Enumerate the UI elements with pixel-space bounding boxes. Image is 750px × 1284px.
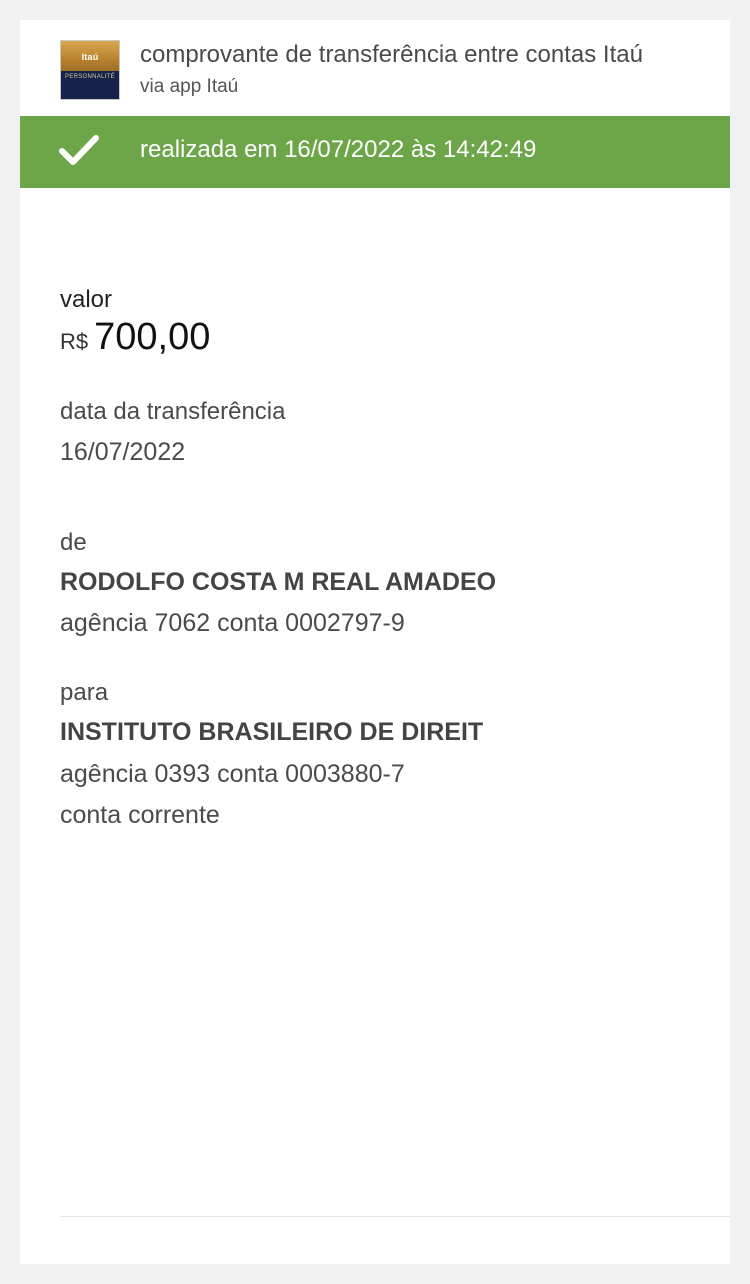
receipt-title: comprovante de transferência entre conta… — [140, 41, 643, 68]
receipt-card: Itaú PERSONNALITÉ comprovante de transfe… — [20, 20, 730, 1264]
currency-symbol: R$ — [60, 329, 89, 354]
itau-personnalite-logo: Itaú PERSONNALITÉ — [60, 40, 120, 100]
recipient-account: agência 0393 conta 0003880-7 — [60, 760, 405, 788]
amount-row: R$ 700,00 — [60, 316, 210, 359]
receipt-header: Itaú PERSONNALITÉ comprovante de transfe… — [20, 20, 730, 116]
receipt-subtitle: via app Itaú — [140, 76, 239, 97]
sender-account: agência 7062 conta 0002797-9 — [60, 609, 405, 637]
from-label: de — [60, 529, 87, 556]
logo-brand-text: Itaú — [81, 52, 99, 62]
transfer-amount: 700,00 — [94, 316, 211, 358]
to-label: para — [60, 679, 109, 706]
logo-segment-text: PERSONNALITÉ — [65, 74, 115, 80]
bottom-divider — [60, 1216, 730, 1217]
status-text: realizada em 16/07/2022 às 14:42:49 — [140, 136, 537, 163]
value-label: valor — [60, 286, 113, 313]
recipient-name: INSTITUTO BRASILEIRO DE DIREIT — [60, 718, 484, 746]
transfer-date: 16/07/2022 — [60, 438, 186, 466]
status-banner: realizada em 16/07/2022 às 14:42:49 — [20, 116, 730, 188]
date-label: data da transferência — [60, 398, 286, 425]
check-icon — [59, 135, 99, 165]
recipient-account-type: conta corrente — [60, 801, 220, 829]
sender-name: RODOLFO COSTA M REAL AMADEO — [60, 568, 497, 596]
